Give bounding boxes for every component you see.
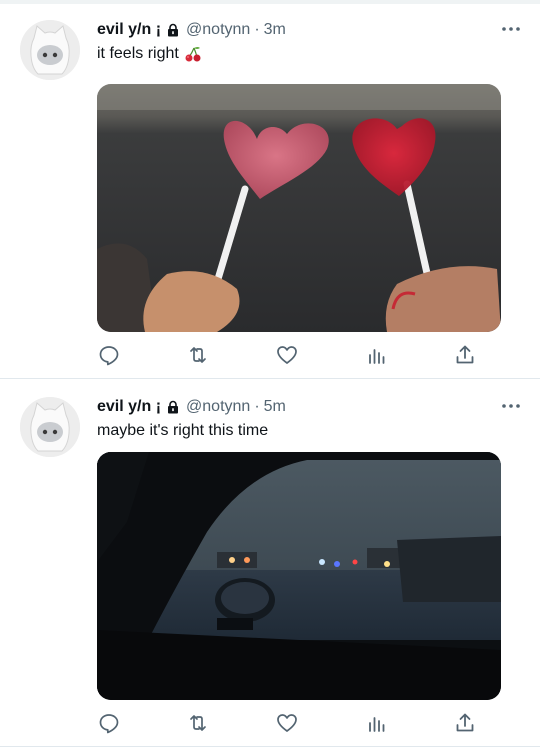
heart-icon[interactable] [275,343,299,367]
tweet-text: maybe it's right this time [97,422,268,440]
tweet-body: maybe it's right this time [97,422,269,439]
tweet-header: evil y/n ¡ @notynn · 3m [97,20,286,40]
tweet-body: it feels right [97,45,179,62]
handle[interactable]: @notynn [186,21,250,39]
share-icon[interactable] [453,343,477,367]
tweet-divider [0,746,540,747]
more-icon[interactable] [500,22,522,36]
separator-dot: · [254,398,260,415]
analytics-icon[interactable] [365,343,389,367]
tweet-media-image[interactable] [97,84,501,332]
heart-icon[interactable] [275,711,299,735]
top-divider [0,0,540,4]
tweet-media-image[interactable] [97,452,501,700]
lock-icon [166,400,180,414]
cat-hood-avatar-image [20,397,80,457]
retweet-icon[interactable] [186,711,210,735]
tweet[interactable]: evil y/n ¡ @notynn · 3m it feels right [0,6,540,376]
more-icon[interactable] [500,399,522,413]
reply-icon[interactable] [97,343,121,367]
retweet-icon[interactable] [186,343,210,367]
avatar[interactable] [20,397,80,457]
display-name[interactable]: evil y/n ¡ [97,21,161,39]
lock-icon [166,23,180,37]
timestamp[interactable]: 3m [264,21,286,39]
analytics-icon[interactable] [365,711,389,735]
tweet-actions [97,343,487,367]
cat-hood-avatar-image [20,20,80,80]
tweet-text: it feels right [97,45,202,63]
tweet-divider [0,378,540,379]
share-icon[interactable] [453,711,477,735]
cherries-emoji-icon [184,45,202,63]
tweet-header: evil y/n ¡ @notynn · 5m [97,397,286,417]
tweet-actions [97,711,487,735]
tweet[interactable]: evil y/n ¡ @notynn · 5m maybe it's right… [0,383,540,745]
handle[interactable]: @notynn [186,398,250,416]
avatar[interactable] [20,20,80,80]
reply-icon[interactable] [97,711,121,735]
display-name[interactable]: evil y/n ¡ [97,398,161,416]
timestamp[interactable]: 5m [264,398,286,416]
separator-dot: · [254,21,260,38]
